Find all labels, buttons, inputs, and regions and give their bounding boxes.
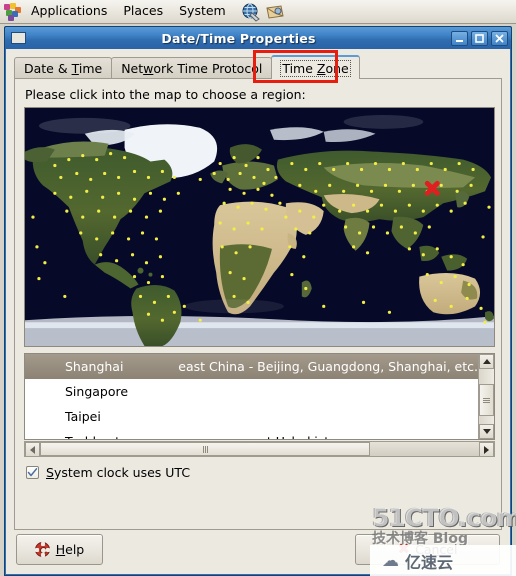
tab-network-time-protocol[interactable]: Network Time Protocol	[111, 57, 273, 79]
tab-ntp-post: ork Time Protocol	[153, 61, 263, 76]
page-instruction: Please click into the map to choose a re…	[25, 87, 306, 102]
window-titlebar[interactable]: Date/Time Properties	[5, 27, 511, 49]
cancel-post: cel	[439, 542, 458, 557]
tab-time-zone[interactable]: Time Zone	[271, 55, 360, 79]
tab-time-zone-post: one	[325, 60, 349, 76]
cancel-pre: Ca	[415, 542, 432, 557]
window-menu-icon[interactable]	[11, 32, 26, 44]
gnome-top-panel: Applications Places System	[0, 0, 516, 24]
utc-label-post: ystem clock uses UTC	[53, 465, 191, 480]
scroll-left-button[interactable]	[25, 442, 40, 457]
list-horizontal-scrollbar[interactable]	[24, 441, 495, 457]
tab-ntp-mnemonic: w	[143, 61, 154, 76]
tab-date-and-time-pre: Date &	[24, 61, 72, 76]
help-post: elp	[65, 542, 85, 557]
panel-menu-applications[interactable]: Applications	[24, 1, 114, 22]
datetime-properties-window: Date/Time Properties Date & Time Network…	[4, 26, 512, 576]
world-map[interactable]	[24, 107, 495, 347]
x-icon: ✖	[397, 540, 411, 558]
help-button-label: Help	[56, 542, 85, 557]
help-mnemonic: H	[55, 542, 66, 557]
minimize-button[interactable]	[451, 30, 468, 46]
list-vertical-scrollbar[interactable]	[478, 354, 494, 439]
notebook-tabstrip: Date & Time Network Time Protocol Time Z…	[14, 55, 502, 79]
panel-menu-system[interactable]: System	[172, 1, 233, 22]
lifebuoy-icon	[34, 542, 50, 557]
close-button[interactable]	[491, 30, 508, 46]
horizontal-scrollbar-thumb[interactable]	[40, 442, 370, 456]
time-zone-list-viewport: Shanghai east China - Beijing, Guangdong…	[25, 354, 478, 439]
time-zone-list[interactable]: Shanghai east China - Beijing, Guangdong…	[24, 353, 495, 440]
zone-city: Taipei	[65, 409, 101, 424]
vertical-scrollbar-thumb[interactable]	[479, 384, 494, 416]
help-button[interactable]: Help	[16, 534, 103, 565]
scroll-down-button[interactable]	[479, 424, 494, 439]
check-icon	[27, 468, 38, 477]
list-item[interactable]: Shanghai east China - Beijing, Guangdong…	[25, 354, 478, 379]
zone-description: east China - Beijing, Guangdong, Shangha…	[178, 359, 478, 374]
tab-time-zone-pre: Time	[282, 60, 317, 76]
cancel-button-label: Cancel	[415, 542, 457, 557]
zone-city: Tashkent	[65, 434, 245, 439]
dialog-body: Date & Time Network Time Protocol Time Z…	[6, 49, 510, 574]
system-clock-utc-label: System clock uses UTC	[46, 465, 190, 480]
dialog-action-area: Help ✖ Cancel	[14, 534, 502, 568]
tab-date-and-time-mnemonic: T	[71, 61, 79, 76]
selected-location-marker	[424, 180, 440, 196]
mail-reader-icon[interactable]	[265, 2, 287, 22]
maximize-button[interactable]	[471, 30, 488, 46]
utc-label-mnemonic: S	[46, 465, 54, 480]
tab-date-and-time[interactable]: Date & Time	[14, 57, 113, 79]
list-item[interactable]: Taipei	[25, 404, 478, 429]
web-browser-icon[interactable]	[241, 2, 263, 22]
list-item[interactable]: Tashkent east Uzbekistan	[25, 429, 478, 439]
cancel-button[interactable]: ✖ Cancel	[355, 534, 500, 565]
tab-date-and-time-post: ime	[78, 61, 103, 76]
panel-menu-places[interactable]: Places	[116, 1, 170, 22]
tab-ntp-pre: Net	[121, 61, 144, 76]
zone-city: Singapore	[65, 384, 129, 399]
scroll-right-button[interactable]	[479, 442, 494, 457]
zone-description: east Uzbekistan	[245, 434, 345, 439]
window-title: Date/Time Properties	[161, 30, 316, 46]
world-map-canvas	[25, 108, 494, 346]
scroll-up-button[interactable]	[479, 354, 494, 369]
zone-city: Shanghai	[65, 359, 124, 374]
system-clock-utc-row[interactable]: System clock uses UTC	[26, 465, 190, 480]
system-clock-utc-checkbox[interactable]	[26, 466, 39, 479]
applications-icon[interactable]	[4, 3, 21, 21]
list-item[interactable]: Singapore	[25, 379, 478, 404]
time-zone-page: Please click into the map to choose a re…	[14, 78, 502, 530]
